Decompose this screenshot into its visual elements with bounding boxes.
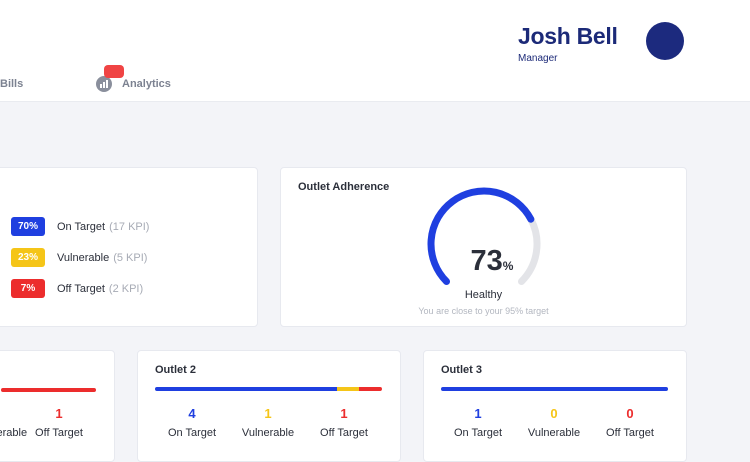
stat-label: Off Target xyxy=(320,427,368,439)
gauge-note: You are close to your 95% target xyxy=(418,306,549,316)
stat-value: 4 xyxy=(188,406,196,421)
stat-value: 1 xyxy=(474,406,482,421)
nav-analytics-label: Analytics xyxy=(122,78,171,90)
gauge-number: 73 xyxy=(470,245,503,277)
notification-badge xyxy=(104,65,124,78)
stat-label: On Target xyxy=(453,427,503,439)
kpi-pill-off-target: 7% xyxy=(11,279,45,298)
stat-label: Vulnerable xyxy=(527,427,581,439)
kpi-label: Off Target xyxy=(57,282,105,295)
nav-bills[interactable]: Bills xyxy=(0,78,23,90)
gauge-unit: % xyxy=(502,259,514,273)
kpi-row-on-target: 70% On Target (17 KPI) xyxy=(11,217,149,236)
stat-on-target: 1 On Target xyxy=(438,406,518,439)
stat-label: Off Target xyxy=(35,427,83,439)
kpi-count: (17 KPI) xyxy=(109,220,150,233)
outlet-name: Outlet 2 xyxy=(155,364,196,376)
stat-value: 1 xyxy=(264,406,272,421)
stat-vulnerable: 0 Vulnerable xyxy=(514,406,594,439)
stat-label: Vulnerable xyxy=(241,427,295,439)
stat-label: Off Target xyxy=(606,427,654,439)
bar-segment xyxy=(359,387,382,391)
kpi-label: On Target xyxy=(57,220,106,233)
bar-segment xyxy=(155,387,337,391)
outlet-name: Outlet 3 xyxy=(441,364,482,376)
outlet-status-bar xyxy=(155,387,382,391)
bar-segment xyxy=(441,387,668,391)
outlet-card-2[interactable]: Outlet 2 4 On Target 1 Vulnerable 1 Off … xyxy=(137,350,401,462)
kpi-count: (2 KPI) xyxy=(108,282,144,295)
outlet-adherence-card: Outlet Adherence 73% Healthy You are clo… xyxy=(280,167,687,327)
nav-analytics[interactable]: Analytics xyxy=(96,76,171,92)
avatar[interactable] xyxy=(646,22,684,60)
stat-value: 1 xyxy=(340,406,348,421)
stat-off-target: 1 Off Target xyxy=(304,406,384,439)
stat-value: 0 xyxy=(550,406,558,421)
outlet-card-1[interactable]: Vulnerable 1 Off Target xyxy=(0,350,115,462)
stat-value: 1 xyxy=(55,406,63,421)
kpi-pill-vulnerable: 23% xyxy=(11,248,45,267)
outlet-card-3[interactable]: Outlet 3 1 On Target 0 Vulnerable 0 Off … xyxy=(423,350,687,462)
stat-off-target: 1 Off Target xyxy=(19,406,99,439)
kpi-count: (5 KPI) xyxy=(113,251,148,264)
stat-on-target: 4 On Target xyxy=(152,406,232,439)
stat-value: 0 xyxy=(626,406,634,421)
outlet-status-bar xyxy=(441,387,668,391)
top-header: Bills Analytics Josh Bell Manager xyxy=(0,0,750,102)
outlet-status-bar xyxy=(1,388,96,392)
bar-chart-icon xyxy=(96,76,112,92)
bar-segment xyxy=(336,387,360,391)
stat-off-target: 0 Off Target xyxy=(590,406,670,439)
kpi-row-off-target: 7% Off Target (2 KPI) xyxy=(11,279,143,298)
gauge-value: 73% xyxy=(461,245,523,278)
stat-vulnerable: 1 Vulnerable xyxy=(228,406,308,439)
user-name: Josh Bell xyxy=(518,23,618,49)
kpi-row-vulnerable: 23% Vulnerable (5 KPI) xyxy=(11,248,147,267)
bar-segment xyxy=(1,388,96,392)
gauge-track xyxy=(517,215,541,285)
kpi-label: Vulnerable xyxy=(57,251,110,264)
stat-label: On Target xyxy=(167,427,217,439)
gauge-status: Healthy xyxy=(464,289,503,301)
user-role: Manager xyxy=(518,53,558,64)
kpi-pill-on-target: 70% xyxy=(11,217,45,236)
kpi-summary-card: 70% On Target (17 KPI) 23% Vulnerable (5… xyxy=(0,167,258,327)
